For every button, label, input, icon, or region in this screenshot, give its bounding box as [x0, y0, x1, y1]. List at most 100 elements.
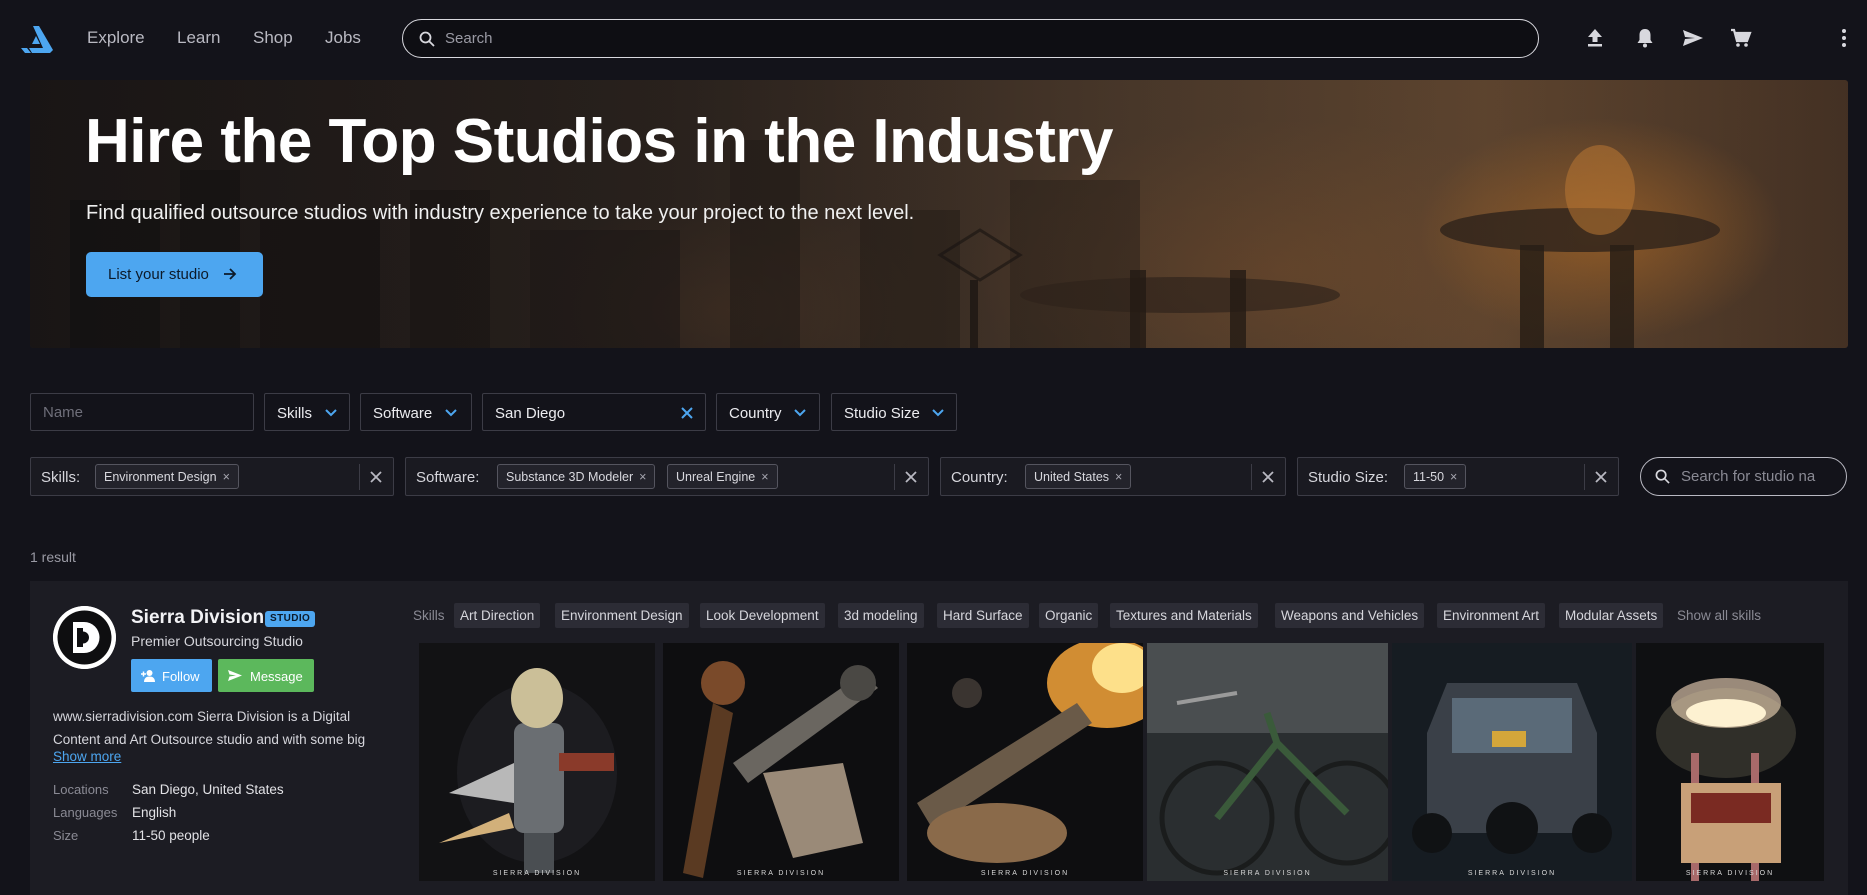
- portfolio-thumbnail[interactable]: SIERRA DIVISION: [1636, 643, 1824, 881]
- skill-tag[interactable]: Modular Assets: [1559, 603, 1664, 628]
- cart-icon[interactable]: [1729, 26, 1753, 50]
- portfolio-thumbnail[interactable]: SIERRA DIVISION: [1147, 643, 1388, 881]
- location-filter[interactable]: San Diego: [482, 393, 706, 431]
- hero-banner: Hire the Top Studios in the Industry Fin…: [30, 80, 1848, 348]
- chip-label: United States: [1034, 470, 1110, 484]
- chip-label: Substance 3D Modeler: [506, 470, 634, 484]
- list-studio-label: List your studio: [108, 266, 209, 283]
- message-label: Message: [250, 669, 303, 684]
- studio-badge: STUDIO: [265, 611, 316, 627]
- show-more-link[interactable]: Show more: [53, 749, 121, 764]
- upload-icon[interactable]: [1583, 26, 1607, 50]
- divider: [1251, 464, 1252, 490]
- follow-button[interactable]: Follow: [131, 659, 212, 692]
- divider: [1584, 464, 1585, 490]
- watermark: SIERRA DIVISION: [1223, 870, 1312, 877]
- message-button[interactable]: Message: [218, 659, 314, 692]
- hero-subtitle: Find qualified outsource studios with in…: [86, 202, 915, 224]
- name-input[interactable]: [43, 394, 243, 430]
- chip-environment-design: Environment Design ×: [95, 464, 239, 489]
- chevron-down-icon: [932, 409, 944, 417]
- skill-tag[interactable]: Environment Art: [1437, 603, 1546, 628]
- software-dropdown[interactable]: Software: [360, 393, 472, 431]
- languages-label: Languages: [53, 805, 118, 820]
- global-search[interactable]: [402, 19, 1539, 58]
- skill-tag[interactable]: Textures and Materials: [1110, 603, 1258, 628]
- studio-search-input[interactable]: [1681, 458, 1841, 494]
- more-vertical-icon[interactable]: [1832, 26, 1856, 50]
- show-all-skills-link[interactable]: Show all skills: [1677, 608, 1761, 623]
- studio-name[interactable]: Sierra Division: [131, 607, 264, 629]
- follow-label: Follow: [162, 669, 200, 684]
- portfolio-thumbnail[interactable]: SIERRA DIVISION: [663, 643, 899, 881]
- list-studio-button[interactable]: List your studio: [86, 252, 263, 297]
- nav-shop[interactable]: Shop: [253, 28, 293, 48]
- send-icon: [228, 670, 242, 681]
- nav-explore[interactable]: Explore: [87, 28, 145, 48]
- active-country-filter: Country: United States ×: [940, 457, 1286, 496]
- clear-location-icon[interactable]: [680, 406, 694, 420]
- size-label: Size: [53, 828, 79, 843]
- remove-chip-icon[interactable]: ×: [761, 470, 768, 484]
- studio-tagline: Premier Outsourcing Studio: [131, 633, 303, 649]
- active-software-filter: Software: Substance 3D Modeler × Unreal E…: [405, 457, 929, 496]
- skill-tag[interactable]: Look Development: [700, 603, 825, 628]
- skills-filter-label: Skills:: [41, 469, 81, 486]
- clear-software-icon[interactable]: [903, 469, 919, 485]
- divider: [894, 464, 895, 490]
- avatar[interactable]: [53, 606, 116, 669]
- country-dropdown-label: Country: [729, 405, 782, 422]
- skill-tag[interactable]: Hard Surface: [937, 603, 1029, 628]
- locations-label: Locations: [53, 782, 109, 797]
- active-skills-filter: Skills: Environment Design ×: [30, 457, 394, 496]
- clear-country-icon[interactable]: [1260, 469, 1276, 485]
- studio-search[interactable]: [1640, 457, 1847, 496]
- skill-tag[interactable]: 3d modeling: [838, 603, 924, 628]
- watermark: SIERRA DIVISION: [1685, 870, 1775, 877]
- search-icon: [419, 31, 435, 47]
- portfolio-thumbnail[interactable]: SIERRA DIVISION: [907, 643, 1143, 881]
- remove-chip-icon[interactable]: ×: [223, 470, 230, 484]
- portfolio-thumbnail[interactable]: SIERRA DIVISION: [419, 643, 655, 881]
- artstation-logo-icon[interactable]: [19, 22, 55, 54]
- locations-value: San Diego, United States: [132, 782, 284, 797]
- clear-size-icon[interactable]: [1593, 469, 1609, 485]
- remove-chip-icon[interactable]: ×: [1115, 470, 1122, 484]
- robot-weapon-image: [419, 643, 655, 881]
- country-dropdown[interactable]: Country: [716, 393, 820, 431]
- watermark: SIERRA DIVISION: [736, 870, 826, 877]
- chip-label: Environment Design: [104, 470, 217, 484]
- chip-unreal-engine: Unreal Engine ×: [667, 464, 778, 489]
- chip-united-states: United States ×: [1025, 464, 1132, 489]
- studio-description: www.sierradivision.com Sierra Division i…: [53, 709, 366, 747]
- add-user-icon: [141, 670, 155, 682]
- skills-dropdown[interactable]: Skills: [264, 393, 350, 431]
- skill-tag[interactable]: Art Direction: [454, 603, 541, 628]
- studio-size-dropdown[interactable]: Studio Size: [831, 393, 957, 431]
- skill-tag[interactable]: Environment Design: [555, 603, 689, 628]
- send-icon[interactable]: [1681, 26, 1705, 50]
- studio-size-dropdown-label: Studio Size: [844, 405, 920, 422]
- search-input[interactable]: [445, 20, 1525, 56]
- country-filter-label: Country:: [951, 469, 1008, 486]
- nav-learn[interactable]: Learn: [177, 28, 220, 48]
- software-dropdown-label: Software: [373, 405, 433, 422]
- languages-value: English: [132, 805, 177, 820]
- chevron-down-icon: [445, 409, 457, 417]
- axe-gun-image: [663, 643, 899, 881]
- remove-chip-icon[interactable]: ×: [639, 470, 646, 484]
- portfolio-thumbnail[interactable]: SIERRA DIVISION: [1392, 643, 1632, 881]
- name-filter[interactable]: [30, 393, 254, 431]
- arrow-right-icon: [224, 268, 237, 280]
- skill-tag[interactable]: Weapons and Vehicles: [1275, 603, 1425, 628]
- bell-icon[interactable]: [1633, 26, 1657, 50]
- clear-skills-icon[interactable]: [368, 469, 384, 485]
- remove-chip-icon[interactable]: ×: [1450, 470, 1457, 484]
- nav-jobs[interactable]: Jobs: [325, 28, 361, 48]
- skill-tag[interactable]: Organic: [1039, 603, 1099, 628]
- size-value: 11-50 people: [132, 828, 210, 843]
- rickshaw-image: [1392, 643, 1632, 881]
- flamethrower-image: [907, 643, 1143, 881]
- top-nav: Explore Learn Shop Jobs: [0, 0, 1867, 77]
- studio-card: Sierra Division STUDIO Premier Outsourci…: [30, 581, 1848, 895]
